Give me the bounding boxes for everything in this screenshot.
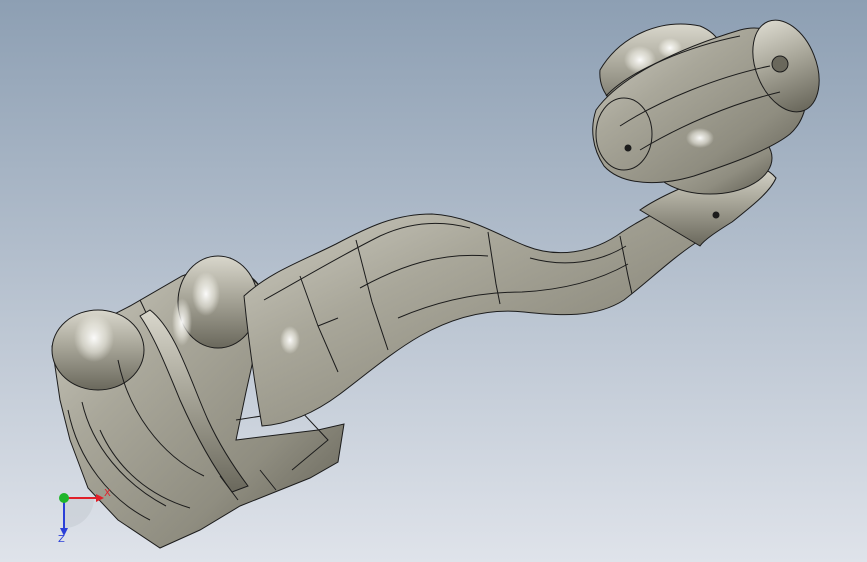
x-axis-label: X (104, 488, 111, 499)
x-axis-arrow (96, 494, 104, 502)
robot-arm-model[interactable] (0, 0, 867, 562)
triad-quarter-disc (64, 498, 94, 528)
y-axis-dot (59, 493, 69, 503)
cad-viewport[interactable]: X Z (0, 0, 867, 562)
orientation-triad: X Z (58, 488, 111, 544)
z-axis-label: Z (58, 534, 65, 544)
